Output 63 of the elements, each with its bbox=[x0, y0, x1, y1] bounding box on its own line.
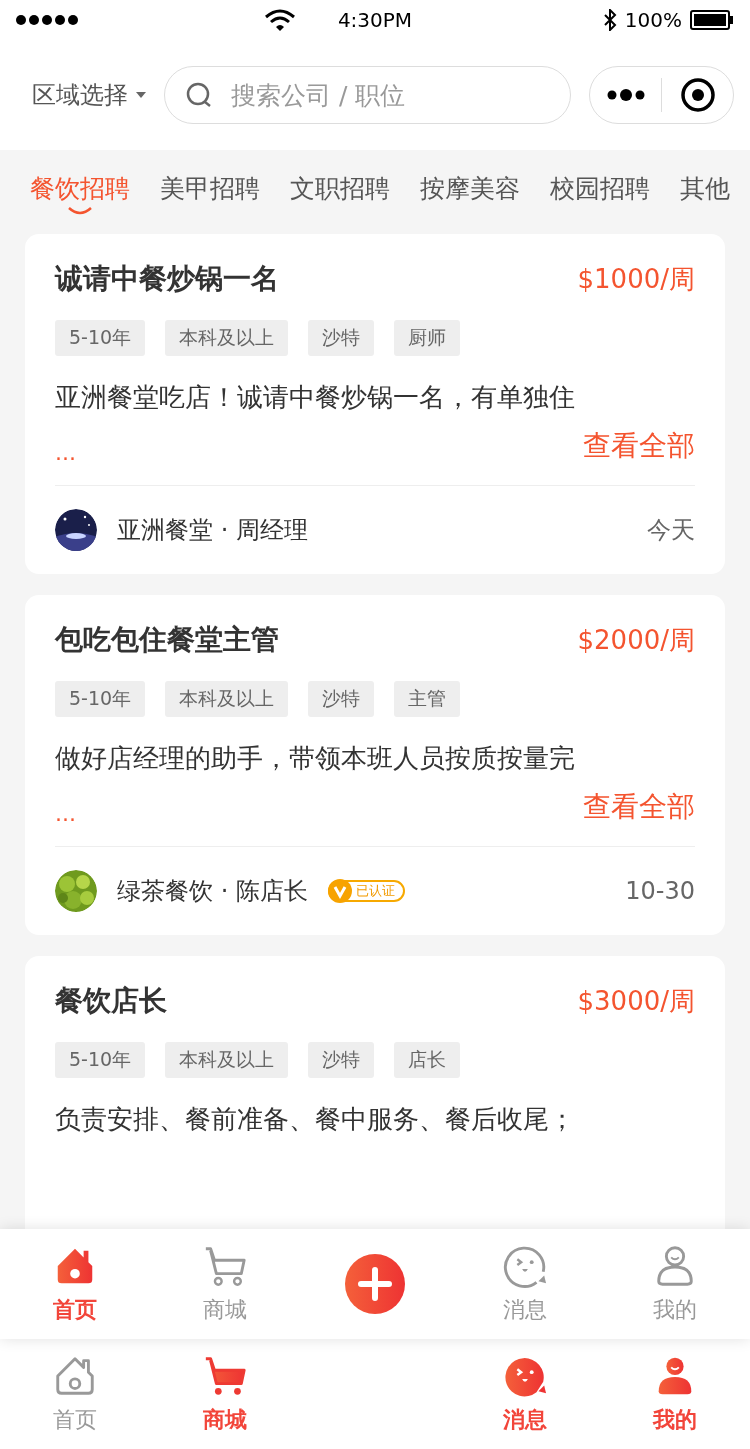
salary: $1000/周 bbox=[577, 262, 695, 296]
job-title: 诚请中餐炒锅一名 bbox=[55, 261, 279, 297]
ellipsis: ... bbox=[55, 440, 76, 465]
job-tag: 本科及以上 bbox=[165, 1042, 289, 1078]
nav-tab[interactable]: 首页 bbox=[0, 1243, 150, 1325]
job-description: 负责安排、餐前准备、餐中服务、餐后收尾； bbox=[55, 1103, 576, 1136]
job-tag: 5-10年 bbox=[55, 681, 146, 717]
job-card[interactable]: 餐饮店长 $3000/周 5-10年 本科及以上 沙特 店长 负责安排、餐前准备、餐中服务、餐后收尾； bbox=[25, 956, 725, 1229]
company-contact: 绿茶餐饮 · 陈店长 bbox=[117, 876, 308, 907]
job-card[interactable]: 诚请中餐炒锅一名 $1000/周 5-10年 本科及以上 沙特 厨师 亚洲餐堂吃店！诚请中餐炒锅一名，有单独住 ... 查看全部 亚洲餐堂 · 周经理 今天 bbox=[25, 234, 725, 574]
job-card[interactable]: 包吃包住餐堂主管 $2000/周 5-10年 本科及以上 沙特 主管 做好店经理的助手，带领本班人员按质按量完 ... 查看全部 绿茶餐饮 · 陈店长 已认证 10-30 bbox=[25, 595, 725, 935]
nav-tab[interactable]: 消息 bbox=[450, 1353, 600, 1435]
job-tag: 沙特 bbox=[308, 1042, 375, 1078]
job-tag: 沙特 bbox=[308, 320, 375, 356]
post-date: 今天 bbox=[647, 515, 695, 546]
category-tab[interactable]: 按摩美容 bbox=[420, 162, 520, 222]
wifi-icon bbox=[264, 8, 296, 32]
nav-tab[interactable]: 首页 bbox=[0, 1353, 150, 1435]
post-date: 10-30 bbox=[625, 877, 695, 905]
plus-icon bbox=[345, 1254, 405, 1314]
view-all-link[interactable]: 查看全部 bbox=[583, 788, 695, 826]
job-tag: 店长 bbox=[394, 1042, 461, 1078]
job-tag: 本科及以上 bbox=[165, 681, 289, 717]
job-description: 亚洲餐堂吃店！诚请中餐炒锅一名，有单独住 bbox=[55, 381, 576, 414]
category-tab[interactable]: 其他 bbox=[680, 162, 730, 222]
job-tag: 5-10年 bbox=[55, 320, 146, 356]
job-tag: 本科及以上 bbox=[165, 320, 289, 356]
battery-icon bbox=[690, 10, 734, 30]
target-icon bbox=[679, 77, 716, 113]
job-title: 餐饮店长 bbox=[55, 983, 167, 1019]
salary: $2000/周 bbox=[577, 623, 695, 657]
nav-tab[interactable]: 商城 bbox=[150, 1243, 300, 1325]
region-select[interactable]: 区域选择 bbox=[32, 79, 146, 111]
search-icon bbox=[185, 81, 213, 109]
underline-mark bbox=[67, 207, 93, 215]
signal-icon bbox=[16, 15, 78, 25]
battery-percent: 100% bbox=[624, 8, 682, 32]
job-description: 做好店经理的助手，带领本班人员按质按量完 bbox=[55, 742, 576, 775]
job-tag: 厨师 bbox=[394, 320, 461, 356]
salary: $3000/周 bbox=[577, 984, 695, 1018]
ellipsis: ... bbox=[55, 801, 76, 826]
category-tab[interactable]: 文职招聘 bbox=[290, 162, 390, 222]
company-contact: 亚洲餐堂 · 周经理 bbox=[117, 515, 308, 546]
job-tag: 5-10年 bbox=[55, 1042, 146, 1078]
job-tag: 沙特 bbox=[308, 681, 375, 717]
more-icon bbox=[605, 88, 646, 102]
nav-tab[interactable]: 我的 bbox=[600, 1243, 750, 1325]
search-input[interactable]: 搜索公司 / 职位 bbox=[229, 79, 550, 111]
verified-icon bbox=[327, 879, 352, 903]
category-tab[interactable]: 餐饮招聘 bbox=[30, 162, 130, 222]
nav-tab[interactable]: 商城 bbox=[150, 1353, 300, 1435]
verified-label: 已认证 bbox=[355, 882, 395, 900]
job-tag: 主管 bbox=[394, 681, 461, 717]
add-button[interactable] bbox=[345, 1254, 405, 1314]
job-title: 包吃包住餐堂主管 bbox=[55, 622, 279, 658]
bluetooth-icon bbox=[602, 9, 617, 31]
status-time: 4:30PM bbox=[337, 8, 413, 32]
category-tab[interactable]: 美甲招聘 bbox=[160, 162, 260, 222]
nav-tab[interactable]: 我的 bbox=[600, 1353, 750, 1435]
category-tab[interactable]: 校园招聘 bbox=[550, 162, 650, 222]
nav-tab[interactable]: 消息 bbox=[450, 1243, 600, 1325]
caret-icon bbox=[136, 92, 146, 98]
view-all-link[interactable]: 查看全部 bbox=[583, 427, 695, 465]
